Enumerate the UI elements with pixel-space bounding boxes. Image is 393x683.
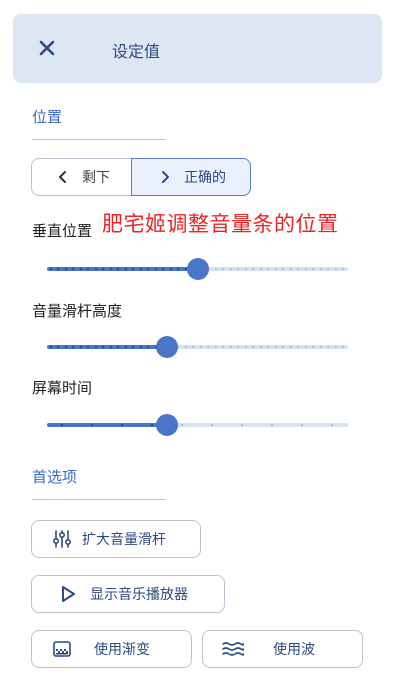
slider-tick — [211, 424, 213, 426]
slider-tick — [79, 268, 82, 270]
chevron-right-icon — [162, 171, 169, 183]
slider-tick — [244, 346, 247, 348]
vertical-position-slider[interactable] — [47, 258, 348, 280]
slider-tick — [139, 346, 142, 348]
expand-volume-slider-button[interactable]: 扩大音量滑杆 — [31, 520, 201, 558]
volume-slider-height-slider[interactable] — [47, 336, 348, 358]
slider-tick — [109, 268, 112, 270]
slider-tick — [244, 268, 247, 270]
slider-tick — [241, 424, 243, 426]
slider-track-fill — [47, 423, 167, 427]
slider-tick — [334, 268, 337, 270]
slider-tick — [304, 268, 307, 270]
use-gradient-button[interactable]: 使用渐变 — [31, 630, 192, 668]
annotation-text: 肥宅姬调整音量条的位置 — [102, 212, 339, 236]
slider-tick — [304, 346, 307, 348]
slider-tick — [91, 424, 93, 426]
close-icon[interactable] — [37, 38, 57, 58]
sliders-icon — [52, 530, 72, 548]
settings-header: 设定值 — [13, 14, 382, 83]
slider-tick — [154, 268, 157, 270]
slider-tick — [301, 424, 303, 426]
screen-time-slider[interactable] — [47, 414, 348, 436]
slider-tick — [109, 346, 112, 348]
slider-tick — [94, 268, 97, 270]
segment-right[interactable]: 正确的 — [131, 158, 251, 196]
vertical-position-label: 垂直位置 — [32, 222, 93, 240]
slider-tick — [274, 268, 277, 270]
slider-thumb[interactable] — [156, 336, 178, 358]
slider-tick — [229, 346, 232, 348]
slider-thumb[interactable] — [187, 258, 209, 280]
section-title-preferences: 首选项 — [32, 468, 78, 486]
slider-tick — [49, 346, 52, 348]
page-title: 设定值 — [112, 42, 161, 61]
slider-track-fill — [47, 267, 198, 271]
slider-tick — [79, 346, 82, 348]
slider-tick — [259, 346, 262, 348]
section-title-position: 位置 — [32, 108, 63, 126]
use-wave-label: 使用波 — [273, 642, 315, 658]
play-icon — [62, 586, 75, 602]
slider-tick — [259, 268, 262, 270]
show-music-player-label: 显示音乐播放器 — [90, 587, 188, 603]
slider-tick — [184, 346, 187, 348]
slider-tick — [229, 268, 232, 270]
segment-right-label: 正确的 — [184, 170, 226, 186]
slider-tick — [61, 424, 63, 426]
slider-tick — [199, 346, 202, 348]
use-gradient-label: 使用渐变 — [94, 642, 150, 658]
screen-time-label: 屏幕时间 — [32, 379, 93, 397]
position-segmented-control: 剩下 正确的 — [31, 158, 251, 198]
slider-tick — [139, 268, 142, 270]
slider-tick — [181, 424, 183, 426]
expand-volume-slider-label: 扩大音量滑杆 — [82, 532, 166, 548]
slider-tick — [124, 268, 127, 270]
slider-tick — [319, 268, 322, 270]
slider-tick — [334, 346, 337, 348]
slider-tick — [124, 346, 127, 348]
show-music-player-button[interactable]: 显示音乐播放器 — [31, 575, 225, 613]
wave-icon — [222, 642, 245, 656]
slider-tick — [331, 424, 333, 426]
slider-tick — [319, 346, 322, 348]
use-wave-button[interactable]: 使用波 — [202, 630, 363, 668]
slider-tick — [169, 268, 172, 270]
slider-tick — [271, 424, 273, 426]
slider-tick — [274, 346, 277, 348]
slider-tick — [214, 268, 217, 270]
slider-tick — [49, 268, 52, 270]
slider-tick — [214, 346, 217, 348]
volume-slider-height-label: 音量滑杆高度 — [32, 302, 123, 320]
slider-tick — [64, 268, 67, 270]
segment-left[interactable]: 剩下 — [31, 158, 132, 196]
section-divider — [32, 499, 166, 500]
section-divider — [32, 139, 166, 140]
segment-left-label: 剩下 — [82, 170, 110, 186]
gradient-icon — [53, 641, 71, 657]
slider-tick — [121, 424, 123, 426]
slider-tick — [151, 424, 153, 426]
slider-tick — [64, 346, 67, 348]
slider-tick — [94, 346, 97, 348]
chevron-left-icon — [59, 171, 66, 183]
slider-tick — [289, 268, 292, 270]
slider-thumb[interactable] — [156, 414, 178, 436]
slider-tick — [289, 346, 292, 348]
